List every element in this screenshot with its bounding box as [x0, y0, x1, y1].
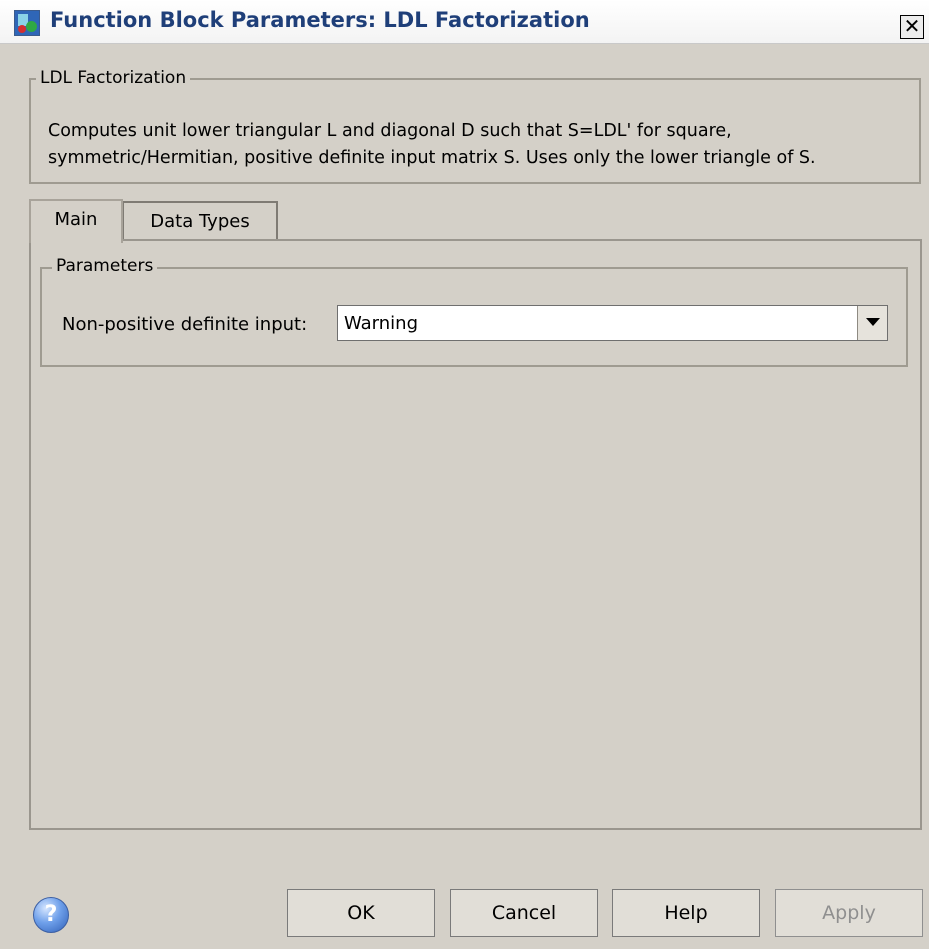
tab-data-types[interactable]: Data Types: [122, 201, 278, 243]
help-icon-glyph: ?: [44, 902, 58, 927]
non-positive-definite-select[interactable]: Warning: [337, 305, 888, 341]
block-description-group-label: LDL Factorization: [36, 68, 191, 88]
tab-main[interactable]: Main: [29, 199, 123, 243]
parameters-group-label: Parameters: [52, 256, 158, 276]
cancel-button[interactable]: Cancel: [450, 889, 598, 937]
title-bar: Function Block Parameters: LDL Factoriza…: [0, 0, 929, 44]
block-description-line-2: symmetric/Hermitian, positive definite i…: [48, 148, 816, 168]
chevron-down-icon: [866, 318, 880, 326]
ok-button[interactable]: OK: [287, 889, 435, 937]
close-icon: ✕: [903, 14, 921, 38]
apply-button[interactable]: Apply: [775, 889, 923, 937]
block-description-line-1: Computes unit lower triangular L and dia…: [48, 121, 732, 141]
block-description: Computes unit lower triangular L and dia…: [48, 118, 898, 172]
non-positive-definite-value: Warning: [344, 313, 419, 334]
help-icon[interactable]: ?: [33, 897, 69, 933]
close-button[interactable]: ✕: [900, 15, 924, 39]
non-positive-definite-label: Non-positive definite input:: [62, 314, 308, 335]
help-button[interactable]: Help: [612, 889, 760, 937]
simulink-app-icon: [14, 10, 40, 36]
dropdown-arrow-button[interactable]: [857, 306, 887, 340]
window-title: Function Block Parameters: LDL Factoriza…: [50, 8, 590, 32]
